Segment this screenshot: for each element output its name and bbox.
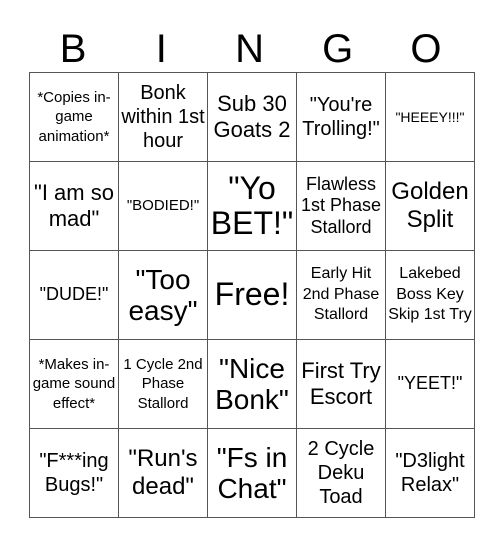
bingo-cell[interactable]: *Copies in-game animation* — [29, 72, 119, 162]
bingo-cell[interactable]: Early Hit 2nd Phase Stallord — [296, 250, 386, 340]
bingo-cell[interactable]: Bonk within 1st hour — [118, 72, 208, 162]
bingo-grid: *Copies in-game animation* Bonk within 1… — [29, 72, 475, 518]
bingo-row: "F***ing Bugs!" "Run's dead" "Fs in Chat… — [29, 428, 475, 518]
header-letter-g: G — [322, 27, 354, 71]
bingo-cell[interactable]: "Too easy" — [118, 250, 208, 340]
bingo-cell[interactable]: Golden Split — [385, 161, 475, 251]
bingo-cell[interactable]: "Yo BET!" — [207, 161, 297, 251]
header-letter-i: I — [155, 27, 167, 71]
header-letter-b: B — [59, 27, 87, 71]
bingo-header: B I N G O — [29, 26, 470, 72]
bingo-cell[interactable]: Lakebed Boss Key Skip 1st Try — [385, 250, 475, 340]
bingo-cell[interactable]: Sub 30 Goats 2 — [207, 72, 297, 162]
bingo-cell[interactable]: "YEET!" — [385, 339, 475, 429]
bingo-row: "DUDE!" "Too easy" Free! Early Hit 2nd P… — [29, 250, 475, 340]
bingo-cell[interactable]: 2 Cycle Deku Toad — [296, 428, 386, 518]
bingo-cell[interactable]: "Fs in Chat" — [207, 428, 297, 518]
bingo-cell[interactable]: "F***ing Bugs!" — [29, 428, 119, 518]
bingo-cell[interactable]: First Try Escort — [296, 339, 386, 429]
bingo-row: *Copies in-game animation* Bonk within 1… — [29, 72, 475, 162]
bingo-cell[interactable]: "BODIED!" — [118, 161, 208, 251]
header-letter-n: N — [235, 27, 264, 71]
bingo-cell[interactable]: "Run's dead" — [118, 428, 208, 518]
bingo-cell[interactable]: "DUDE!" — [29, 250, 119, 340]
bingo-cell[interactable]: "D3light Relax" — [385, 428, 475, 518]
bingo-cell[interactable]: "Nice Bonk" — [207, 339, 297, 429]
bingo-cell[interactable]: "I am so mad" — [29, 161, 119, 251]
bingo-row: *Makes in-game sound effect* 1 Cycle 2nd… — [29, 339, 475, 429]
bingo-cell[interactable]: "You're Trolling!" — [296, 72, 386, 162]
bingo-cell[interactable]: Flawless 1st Phase Stallord — [296, 161, 386, 251]
bingo-cell[interactable]: 1 Cycle 2nd Phase Stallord — [118, 339, 208, 429]
bingo-cell free-space[interactable]: Free! — [207, 250, 297, 340]
bingo-cell[interactable]: "HEEEY!!!" — [385, 72, 475, 162]
bingo-row: "I am so mad" "BODIED!" "Yo BET!" Flawle… — [29, 161, 475, 251]
bingo-cell[interactable]: *Makes in-game sound effect* — [29, 339, 119, 429]
header-letter-o: O — [410, 27, 442, 71]
